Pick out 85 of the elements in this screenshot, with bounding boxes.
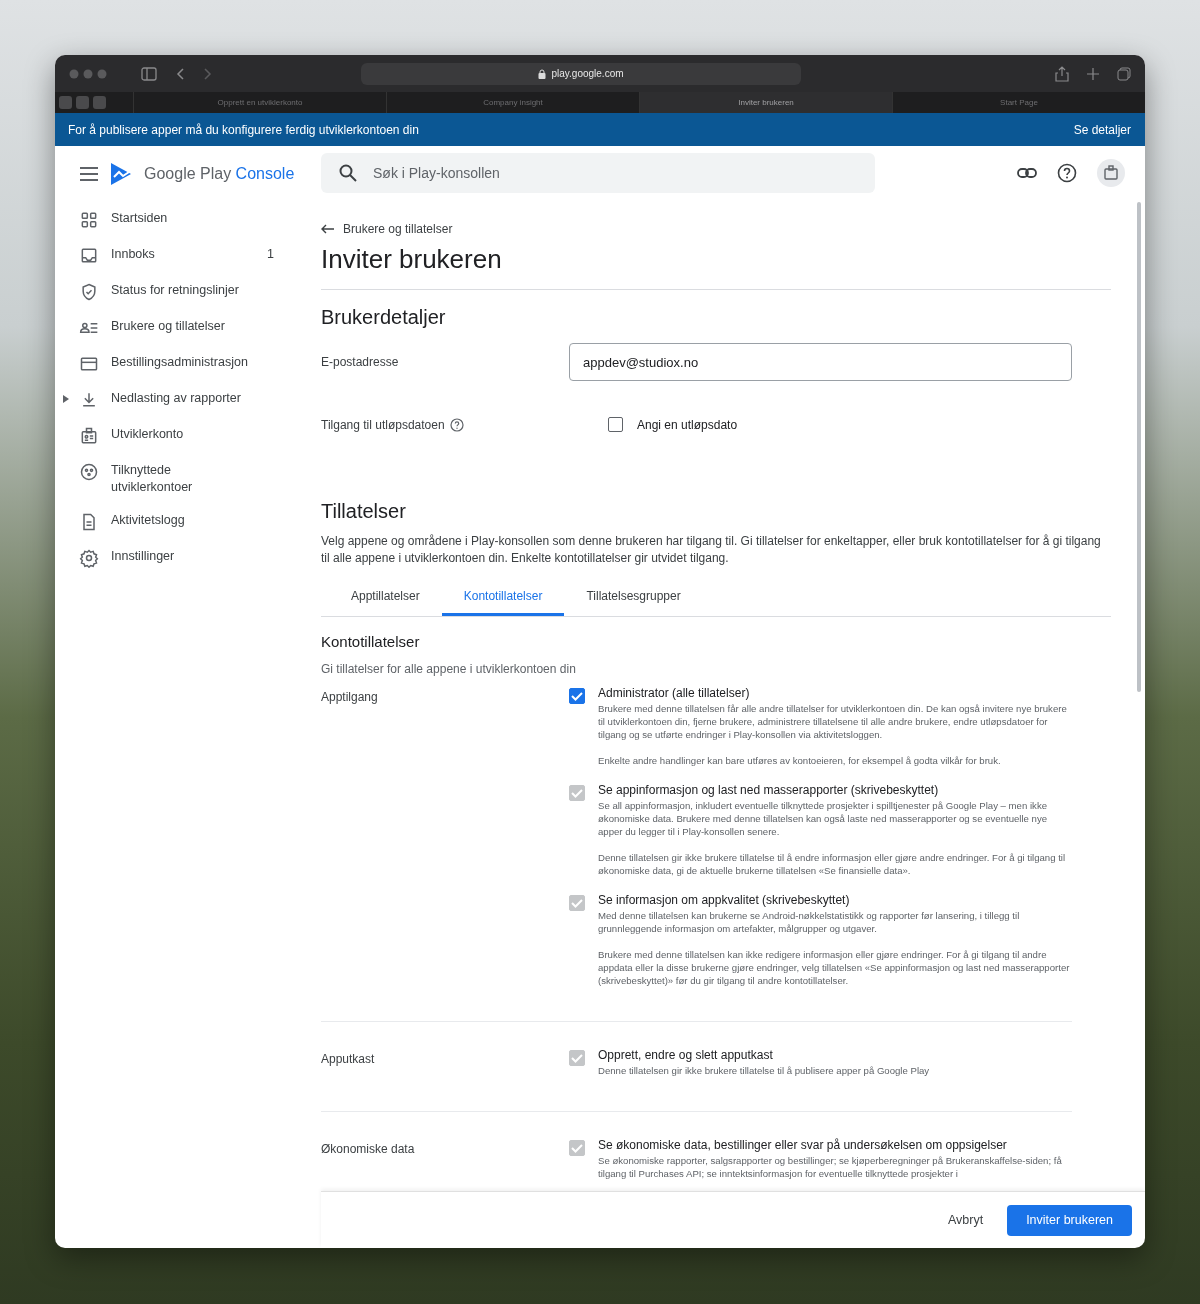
- sidebar-item[interactable]: Bestillingsadministrasjon: [55, 346, 321, 382]
- card-icon: [79, 354, 99, 374]
- section-description: Velg appene og områdene i Play-konsollen som denne brukeren har tilgang til. Gi tillatelser for enkeltapper, eller bruk kontotillatelser for å gi tilgang til alle appene i utviklerkontoen din. Enkelte kontotillatelser gir utvidet tilgang.: [321, 533, 1102, 567]
- permission-description: Brukere med denne tillatelsen kan ikke redigere informasjon eller gjøre endringer. For å gi tilgang til andre appdata eller la disse brukerne gjøre endringer, velg tillatelsen «Se appinformasjon og last ned masserapporter (skrivebeskyttet)» før du gir tilgang til andre kontotillatelser.: [598, 948, 1071, 987]
- group-label: Apptilgang: [321, 690, 379, 706]
- inbox-icon: [79, 246, 99, 266]
- permission-title: Opprett, endre og slett apputkast: [598, 1048, 774, 1062]
- permission-description: Denne tillatelsen gir ikke brukere tillatelse til å publisere apper på Google Play: [598, 1064, 930, 1077]
- circle-dots-icon: [79, 462, 99, 482]
- field-label: Tilgang til utløpsdatoen: [321, 417, 445, 432]
- checkbox-label: Angi en utløpsdato: [637, 417, 738, 432]
- address-bar[interactable]: play.google.com: [361, 62, 801, 85]
- sidebar-item[interactable]: Brukere og tillatelser: [55, 310, 321, 346]
- sidebar-label: Bestillingsadministrasjon: [111, 354, 249, 371]
- checkbox[interactable]: [608, 417, 623, 432]
- sidebar-item[interactable]: Aktivitetslogg: [55, 504, 321, 540]
- lock-icon: [538, 68, 547, 79]
- group-label: Apputkast: [321, 1052, 376, 1068]
- account-icon[interactable]: [1097, 159, 1125, 187]
- email-field[interactable]: appdev@studiox.no: [569, 343, 1072, 381]
- sidebar-label: Utviklerkonto: [111, 426, 185, 443]
- permission-description: Med denne tillatelsen kan brukerne se Android-nøkkelstatistikk og rapporter før lansering, i tillegg til grunnleggende informasjon om artefakter, målgrupper og utgaver.: [598, 909, 1021, 935]
- sidebar-label: Innstillinger: [111, 548, 176, 565]
- sidebar-item[interactable]: Innstillinger: [55, 540, 321, 576]
- permission-description: Brukere med denne tillatelsen får alle andre tillatelser for utviklerkontoen din. De kan også invitere nye brukere til utviklerkontoen din, fjerne brukere, administrere tillatelsene til alle andre brukere, endre utløpsdatoer for tilgang og se utførte endringer i Play-konsollen via aktivitetsloggen.: [598, 702, 1068, 741]
- sidebar-item[interactable]: Nedlasting av rapporter: [55, 382, 321, 418]
- cancel-button[interactable]: Avbryt: [937, 1205, 994, 1235]
- subsection-heading: Kontotillatelser: [321, 633, 421, 650]
- window-controls-icon[interactable]: [69, 68, 109, 79]
- permission-description: Se økonomiske rapporter, salgsrapporter og bestillinger; se kjøperberegninger på Brukeranskaffelse-siden; få tilgang til Purchases API; se inntektsinformasjon for eventuelle tilknyttede prosjekter i: [598, 1154, 1063, 1180]
- permission-description: Enkelte andre handlinger kan bare utføres av kontoeieren, for eksempel å godta vilkår for bruk.: [598, 754, 1002, 767]
- sidebar-icon[interactable]: [141, 66, 157, 81]
- permission-description: Denne tillatelsen gir ikke brukere tillatelse til å endre informasjon eller gjøre andre endringer. For å gi tilgang til økonomiske data, gi de aktuelle brukerne tillatelsen «Se finansielle data».: [598, 851, 1067, 877]
- tab[interactable]: Apptillatelser: [329, 581, 442, 616]
- details-link[interactable]: Se detaljer: [1073, 122, 1131, 137]
- tab[interactable]: Kontotillatelser: [441, 581, 565, 616]
- browser-tab[interactable]: Inviter brukeren: [639, 92, 892, 113]
- sidebar-item[interactable]: Tilknyttede utviklerkontoer: [55, 454, 321, 504]
- app-logo-text: Google Play Console: [144, 165, 295, 183]
- shield-check-icon: [79, 282, 99, 302]
- grid-icon: [79, 210, 99, 230]
- sidebar-label: Nedlasting av rapporter: [111, 390, 242, 407]
- badge-icon: [79, 426, 99, 446]
- sidebar-label: Startsiden: [111, 210, 169, 227]
- menu-icon[interactable]: [80, 167, 98, 181]
- count-text: 1: [267, 246, 274, 263]
- sidebar-item[interactable]: Status for retningslinjer: [55, 274, 321, 310]
- back-icon[interactable]: [175, 66, 185, 81]
- section-heading: Brukerdetaljer: [321, 306, 447, 329]
- back-link[interactable]: Brukere og tillatelser: [321, 222, 1111, 236]
- sidebar-label: Status for retningslinjer: [111, 282, 240, 299]
- page-title: Inviter brukeren: [321, 244, 503, 275]
- help-icon[interactable]: [1057, 163, 1077, 183]
- sidebar-label: Brukere og tillatelser: [111, 318, 226, 335]
- field-label: E-postadresse: [321, 355, 400, 369]
- permission-title: Se økonomiske data, bestillinger eller svar på undersøkelsen om oppsigelser: [598, 1138, 1008, 1152]
- section-heading: Tillatelser: [321, 500, 407, 523]
- caret-icon[interactable]: [63, 395, 69, 403]
- plus-icon[interactable]: [1087, 67, 1099, 80]
- permission-title: Se appinformasjon og last ned masserapporter (skrivebeskyttet): [598, 783, 940, 797]
- link-icon[interactable]: [1017, 168, 1037, 178]
- tabs-icon[interactable]: [1117, 66, 1131, 81]
- sidebar-item[interactable]: Innboks 1: [55, 238, 321, 274]
- help-icon[interactable]: [449, 417, 464, 432]
- permission-title: Administrator (alle tillatelser): [598, 686, 751, 700]
- permission-title: Se informasjon om appkvalitet (skrivebeskyttet): [598, 893, 851, 907]
- play-logo-icon: [110, 162, 132, 186]
- tab[interactable]: Tillatelsesgrupper: [564, 581, 703, 616]
- banner-text: For å publisere apper må du konfigurere ferdig utviklerkontoen din: [68, 122, 419, 137]
- sidebar-label: Aktivitetslogg: [111, 512, 186, 529]
- sidebar-label: Innboks: [111, 246, 156, 263]
- settings-icon: [79, 548, 99, 568]
- checkbox[interactable]: [569, 688, 585, 704]
- share-icon[interactable]: [1055, 65, 1069, 82]
- sidebar-item[interactable]: Utviklerkonto: [55, 418, 321, 454]
- invite-button[interactable]: Inviter brukeren: [1007, 1204, 1132, 1236]
- sidebar-item[interactable]: Startsiden: [55, 202, 321, 238]
- permission-description: Se all appinformasjon, inkludert eventuelle tilknyttede prosjekter i spilltjenester på Google Play – men ikke økonomiske data. Brukere med denne tillatelsen kan også laste ned masserapporter og se eventuelle nye apper du legger til i Play-konsollen senere.: [598, 799, 1049, 838]
- sidebar-label: Tilknyttede utviklerkontoer: [111, 462, 194, 496]
- scrollbar-icon[interactable]: [1137, 202, 1141, 692]
- subsection-description: Gi tillatelser for alle appene i utviklerkontoen din: [321, 662, 577, 676]
- back-arrow-icon: [321, 224, 335, 234]
- search-field[interactable]: Søk i Play-konsollen: [321, 153, 875, 193]
- group-label: Økonomiske data: [321, 1142, 416, 1158]
- forward-icon[interactable]: [203, 66, 213, 81]
